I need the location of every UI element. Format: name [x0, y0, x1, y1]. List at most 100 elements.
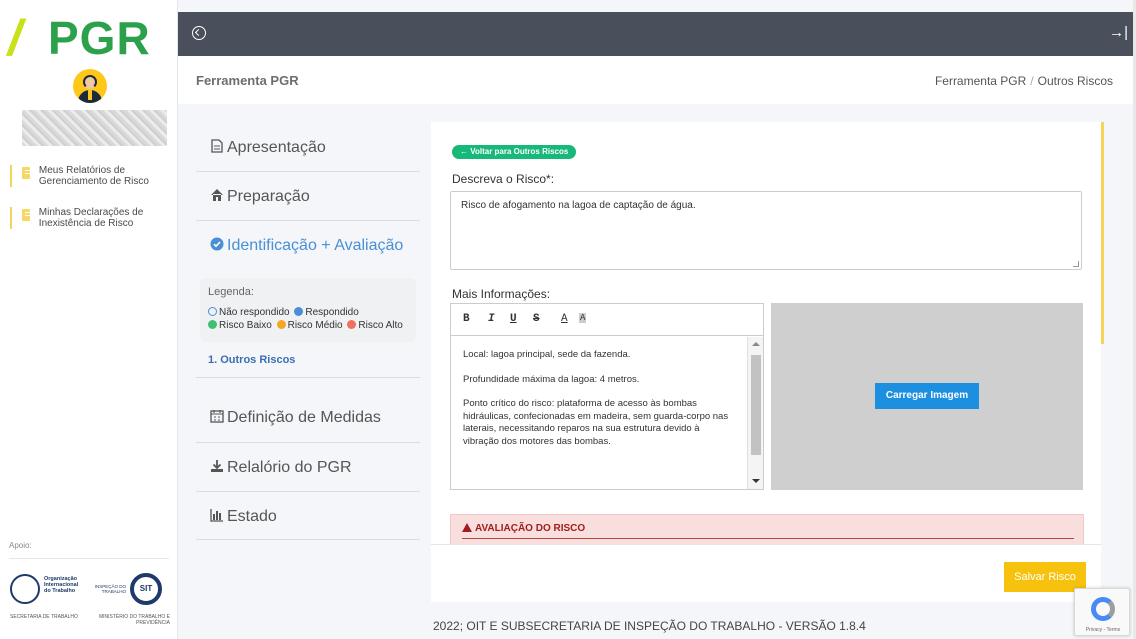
- answered-icon: [294, 307, 304, 316]
- strikethrough-button[interactable]: S: [533, 313, 540, 325]
- oit-text: Organização Internacional do Trabalho: [44, 576, 79, 594]
- risk-evaluation-section: AVALIAÇÃO DO RISCO: [450, 514, 1084, 544]
- legend-row: Não respondido Respondido: [208, 307, 359, 318]
- logo-text: PGR: [48, 12, 151, 64]
- avatar-tie: [88, 90, 92, 100]
- sub-step-outros-riscos[interactable]: 1. Outros Riscos: [208, 354, 295, 366]
- legend-item: Risco Médio: [287, 320, 343, 331]
- collapse-sidebar-icon[interactable]: [192, 26, 206, 40]
- underline-button[interactable]: U: [510, 313, 517, 325]
- document-icon: [22, 209, 31, 221]
- file-icon: [211, 139, 223, 153]
- breadcrumb-separator: /: [1030, 74, 1034, 88]
- check-circle-icon: [210, 237, 224, 251]
- breadcrumb-item-current: Outros Riscos: [1037, 74, 1113, 88]
- recaptcha-badge[interactable]: Privacy - Terms: [1074, 588, 1130, 636]
- editor-paragraph: Profundidade máxima da lagoa: 4 metros.: [463, 373, 640, 385]
- legend-item: Risco Baixo: [219, 320, 272, 331]
- scroll-accent-bar[interactable]: [1101, 122, 1104, 344]
- form-action-bar: Salvar Risco: [431, 544, 1101, 602]
- legend: Legenda: Não respondido Respondido Risco…: [200, 278, 416, 342]
- risk-form-card: ← Voltar para Outros Riscos Descreva o R…: [431, 122, 1101, 544]
- logout-icon[interactable]: →|: [1109, 22, 1128, 44]
- bold-button[interactable]: B: [463, 313, 470, 325]
- document-icon: [22, 167, 31, 179]
- scroll-down-icon[interactable]: [752, 479, 760, 483]
- legend-item: Risco Alto: [358, 320, 403, 331]
- scroll-up-icon[interactable]: [752, 342, 760, 346]
- steps-panel: Apresentação Preparação Identificação + …: [196, 122, 422, 602]
- sidebar: // PGR Meus Relatórios de Gerenciamento …: [0, 0, 178, 639]
- step-label: Definição de Medidas: [227, 409, 381, 426]
- avatar-head: [83, 75, 97, 89]
- avatar[interactable]: [73, 69, 107, 103]
- legend-title: Legenda:: [208, 286, 254, 298]
- risk-evaluation-title: AVALIAÇÃO DO RISCO: [462, 523, 585, 534]
- breadcrumb: Ferramenta PGR / Outros Riscos: [935, 74, 1113, 88]
- sidebar-link-declaracoes[interactable]: Minhas Declarações de Inexistência de Ri…: [10, 207, 170, 229]
- step-definicao-medidas[interactable]: Definição de Medidas: [196, 378, 420, 443]
- high-risk-icon: [347, 320, 357, 329]
- description-label: Descreva o Risco*:: [452, 172, 555, 186]
- legend-item: Respondido: [305, 307, 359, 318]
- step-preparacao[interactable]: Preparação: [196, 172, 420, 221]
- sidebar-link-label: Minhas Declarações de Inexistência de Ri…: [38, 207, 144, 229]
- medium-risk-icon: [276, 320, 286, 329]
- gov-right: MINISTÉRIO DO TRABALHO E PREVIDÊNCIA: [98, 614, 170, 626]
- step-estado[interactable]: Estado: [196, 492, 420, 540]
- calendar-icon: [210, 410, 224, 423]
- editor-paragraph: Local: lagoa principal, sede da fazenda.: [463, 349, 631, 360]
- resize-grip-icon[interactable]: [1073, 261, 1079, 267]
- editor-toolbar: B I U S A A: [451, 304, 763, 336]
- editor-scrollbar[interactable]: [747, 337, 763, 489]
- divider: [9, 558, 169, 559]
- risk-evaluation-label: AVALIAÇÃO DO RISCO: [475, 523, 586, 534]
- image-drop-area: Carregar Imagem: [771, 303, 1083, 490]
- inspecao-text: INSPEÇÃO DO TRABALHO: [94, 584, 126, 594]
- bar-chart-icon: [210, 509, 223, 522]
- apoio-label: Apoio:: [9, 541, 32, 550]
- text-color-button[interactable]: A: [561, 313, 568, 325]
- recaptcha-icon: [1091, 597, 1115, 621]
- italic-button[interactable]: I: [488, 313, 495, 325]
- divider: [462, 538, 1074, 539]
- step-label: Preparação: [227, 188, 310, 205]
- sidebar-link-relatorios[interactable]: Meus Relatórios de Gerenciamento de Risc…: [10, 165, 170, 187]
- editor-paragraph: Ponto crítico do risco: plataforma de ac…: [463, 398, 729, 447]
- download-icon: [211, 460, 223, 472]
- breadcrumb-item-ferramenta[interactable]: Ferramenta PGR: [935, 74, 1026, 88]
- step-label: Identificação + Avaliação: [227, 237, 404, 254]
- sidebar-link-label: Meus Relatórios de Gerenciamento de Risc…: [38, 165, 149, 187]
- more-info-label: Mais Informações:: [452, 287, 551, 301]
- description-textarea[interactable]: Risco de afogamento na lagoa de captação…: [450, 191, 1082, 270]
- gov-left: SECRETARIA DE TRABALHO: [10, 614, 78, 620]
- recaptcha-text[interactable]: Privacy - Terms: [1077, 627, 1129, 633]
- step-relatorio-pgr[interactable]: Relalório do PGR: [196, 443, 420, 492]
- page-header: Ferramenta PGR Ferramenta PGR / Outros Ris…: [178, 56, 1136, 104]
- unanswered-icon: [208, 307, 217, 316]
- editor-content[interactable]: Local: lagoa principal, sede da fazenda.…: [451, 337, 747, 489]
- page-title: Ferramenta PGR: [196, 73, 299, 88]
- highlight-color-button[interactable]: A: [579, 313, 587, 323]
- home-icon: [211, 189, 223, 201]
- legend-item: Não respondido: [219, 307, 290, 318]
- description-value: Risco de afogamento na lagoa de captação…: [461, 200, 696, 211]
- oit-logo-icon: [10, 574, 40, 604]
- sit-logo-icon: SIT: [130, 573, 162, 605]
- pgr-logo: // PGR: [8, 12, 173, 64]
- sponsor-logos: Organização Internacional do Trabalho IN…: [10, 570, 170, 606]
- username-blurred: [22, 110, 167, 146]
- top-bar: →|: [178, 12, 1136, 56]
- warning-icon: [462, 523, 472, 532]
- step-identificacao[interactable]: Identificação + Avaliação: [196, 221, 420, 271]
- step-label: Apresentação: [227, 139, 326, 156]
- step-label: Relalório do PGR: [227, 459, 352, 476]
- scrollbar-thumb[interactable]: [751, 355, 761, 455]
- upload-image-button[interactable]: Carregar Imagem: [875, 383, 979, 409]
- step-apresentacao[interactable]: Apresentação: [196, 122, 420, 172]
- low-risk-icon: [208, 320, 217, 329]
- back-to-outros-riscos-button[interactable]: ← Voltar para Outros Riscos: [452, 145, 577, 159]
- footer-text: 2022; OIT E SUBSECRETARIA DE INSPEÇÃO DO…: [433, 619, 866, 633]
- government-line: SECRETARIA DE TRABALHO MINISTÉRIO DO TRA…: [10, 614, 170, 626]
- rich-text-editor[interactable]: B I U S A A Local: lagoa principal, sede…: [450, 303, 764, 490]
